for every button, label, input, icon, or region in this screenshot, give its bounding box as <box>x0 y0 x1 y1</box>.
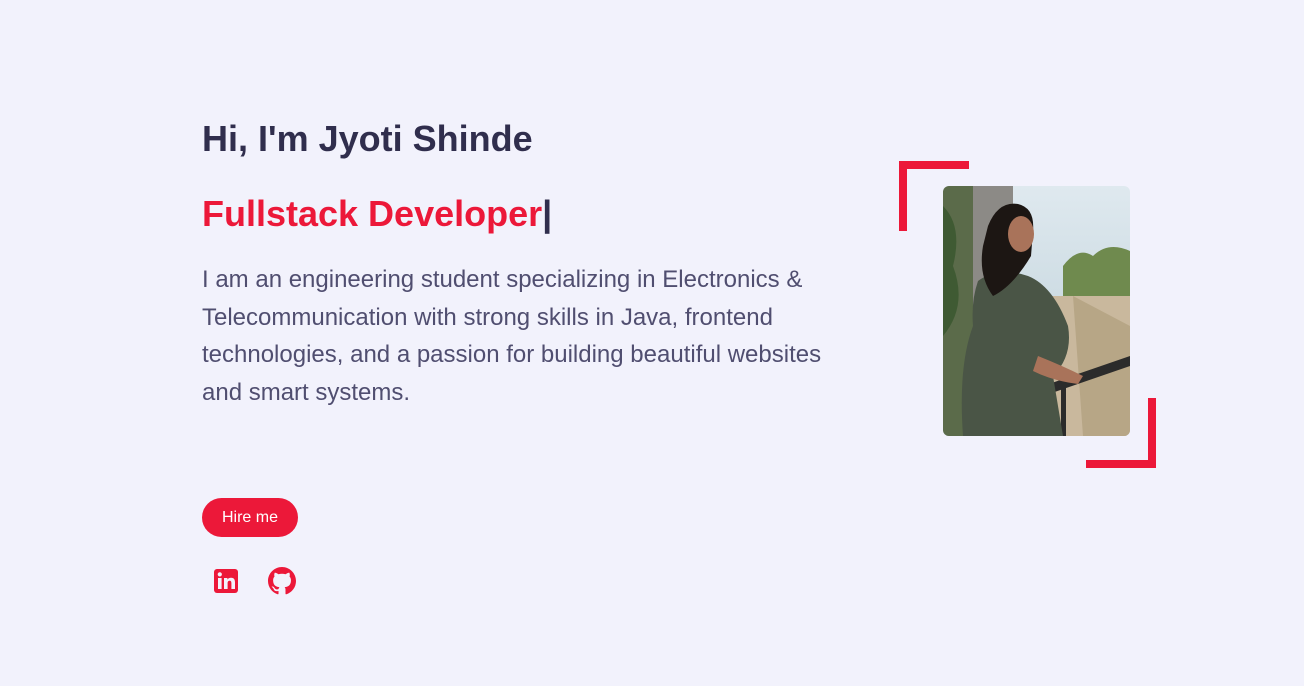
bio-paragraph: I am an engineering student specializing… <box>202 266 822 406</box>
greeting-heading: Hi, I'm Jyoti Shinde <box>202 118 533 159</box>
github-icon <box>268 567 296 595</box>
hire-me-button[interactable]: Hire me <box>202 498 298 537</box>
linkedin-link[interactable] <box>212 567 240 595</box>
hero-section: Hi, I'm Jyoti Shinde Fullstack Developer… <box>0 0 1304 686</box>
role-text: Fullstack Developer <box>202 193 543 234</box>
typing-cursor: | <box>542 193 553 234</box>
profile-photo-frame <box>899 161 1156 468</box>
github-link[interactable] <box>268 567 296 595</box>
linkedin-icon <box>212 567 240 595</box>
role-heading: Fullstack Developer| <box>202 192 552 236</box>
frame-corner-bottom-right <box>1086 398 1156 468</box>
